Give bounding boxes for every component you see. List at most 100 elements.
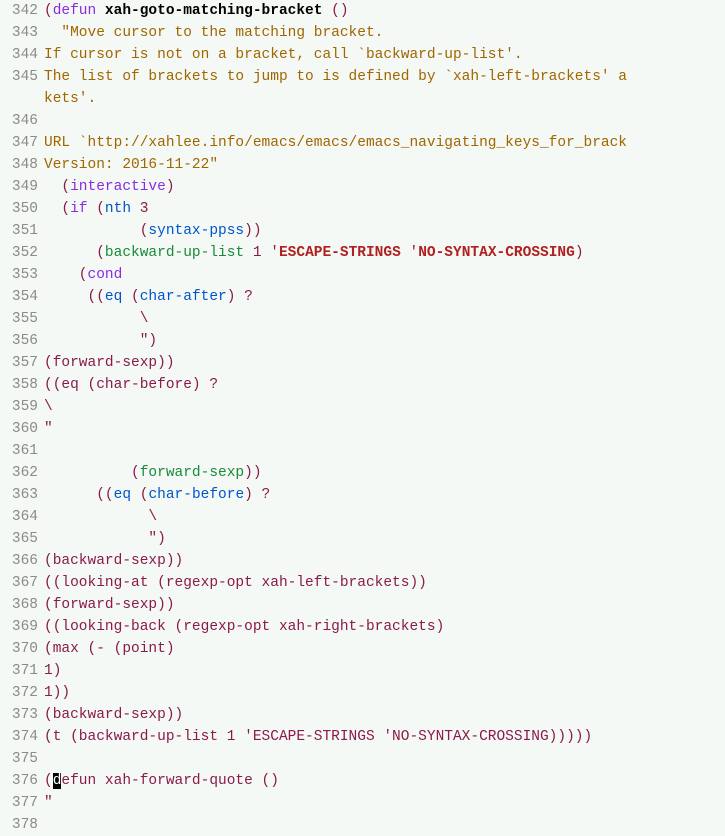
code-line[interactable]: 1) xyxy=(44,660,725,682)
code-token: If cursor is not on a bracket, call `bac… xyxy=(44,47,523,63)
code-token: ) xyxy=(166,179,175,195)
code-line[interactable]: \ xyxy=(44,396,725,418)
code-token: ( xyxy=(44,179,70,195)
code-token: ( xyxy=(44,773,53,789)
code-token: char-before xyxy=(148,487,244,503)
code-token: ") xyxy=(44,531,166,547)
code-token: 1) xyxy=(44,663,61,679)
code-token: forward-sexp xyxy=(140,465,244,481)
code-token: kets'. xyxy=(44,91,96,107)
code-line[interactable]: ((eq (char-before) ? xyxy=(44,484,725,506)
code-token: ( xyxy=(44,245,105,261)
code-line[interactable]: " xyxy=(44,792,725,814)
code-token: eq xyxy=(114,487,131,503)
code-token xyxy=(96,3,105,19)
code-line[interactable]: (cond xyxy=(44,264,725,286)
line-number: 347 xyxy=(4,132,38,154)
code-line[interactable]: (backward-sexp)) xyxy=(44,704,725,726)
code-token: ((looking-back (regexp-opt xah-right-bra… xyxy=(44,619,444,635)
line-number: 375 xyxy=(4,748,38,770)
line-number-gutter: 3423433443453463473483493503513523533543… xyxy=(0,0,44,836)
code-line[interactable]: ") xyxy=(44,330,725,352)
code-line[interactable]: (backward-up-list 1 'ESCAPE-STRINGS 'NO-… xyxy=(44,242,725,264)
code-token: 3 xyxy=(131,201,148,217)
line-number: 374 xyxy=(4,726,38,748)
code-line[interactable]: The list of brackets to jump to is defin… xyxy=(44,66,725,88)
code-line[interactable]: (syntax-ppss)) xyxy=(44,220,725,242)
code-token: " xyxy=(44,795,53,811)
code-line[interactable] xyxy=(44,814,725,836)
code-line[interactable]: ((looking-back (regexp-opt xah-right-bra… xyxy=(44,616,725,638)
line-number: 354 xyxy=(4,286,38,308)
line-number: 358 xyxy=(4,374,38,396)
code-line[interactable]: If cursor is not on a bracket, call `bac… xyxy=(44,44,725,66)
code-token: () xyxy=(322,3,348,19)
code-line[interactable]: (interactive) xyxy=(44,176,725,198)
code-token: cond xyxy=(88,267,123,283)
code-token: syntax-ppss xyxy=(148,223,244,239)
code-line[interactable] xyxy=(44,748,725,770)
code-token: \ xyxy=(44,399,53,415)
line-number: 348 xyxy=(4,154,38,176)
code-token: (backward-sexp)) xyxy=(44,553,183,569)
line-number: 371 xyxy=(4,660,38,682)
line-number: 373 xyxy=(4,704,38,726)
line-number: 357 xyxy=(4,352,38,374)
code-line[interactable]: (forward-sexp)) xyxy=(44,352,725,374)
code-line[interactable] xyxy=(44,440,725,462)
line-number: 378 xyxy=(4,814,38,836)
line-number: 362 xyxy=(4,462,38,484)
line-number: 353 xyxy=(4,264,38,286)
code-line[interactable]: (if (nth 3 xyxy=(44,198,725,220)
code-line[interactable]: (forward-sexp)) xyxy=(44,594,725,616)
line-number: 350 xyxy=(4,198,38,220)
line-number: 363 xyxy=(4,484,38,506)
code-token: char-after xyxy=(140,289,227,305)
line-number: 343 xyxy=(4,22,38,44)
code-line[interactable]: ((eq (char-after) ? xyxy=(44,286,725,308)
code-area[interactable]: (defun xah-goto-matching-bracket () "Mov… xyxy=(44,0,725,836)
code-line[interactable]: (max (- (point) xyxy=(44,638,725,660)
code-token: )) xyxy=(244,223,261,239)
code-editor[interactable]: 3423433443453463473483493503513523533543… xyxy=(0,0,725,836)
line-number: 367 xyxy=(4,572,38,594)
code-token: xah-goto-matching-bracket xyxy=(105,3,323,19)
code-token: ) ? xyxy=(244,487,270,503)
code-line[interactable]: ((eq (char-before) ? xyxy=(44,374,725,396)
code-token: (( xyxy=(44,289,105,305)
code-line[interactable]: Version: 2016-11-22" xyxy=(44,154,725,176)
code-token: ( xyxy=(44,223,148,239)
code-token: ( xyxy=(131,487,148,503)
code-token: ( xyxy=(44,465,140,481)
code-line[interactable] xyxy=(44,110,725,132)
code-line[interactable]: "Move cursor to the matching bracket. xyxy=(44,22,725,44)
code-token: defun xyxy=(53,3,97,19)
code-line[interactable]: 1)) xyxy=(44,682,725,704)
code-token: backward-up-list xyxy=(105,245,244,261)
code-token: ((looking-at (regexp-opt xah-left-bracke… xyxy=(44,575,427,591)
code-line[interactable]: URL `http://xahlee.info/emacs/emacs/emac… xyxy=(44,132,725,154)
code-token: ) ? xyxy=(227,289,253,305)
code-token: " xyxy=(44,421,53,437)
code-line[interactable]: (defun xah-goto-matching-bracket () xyxy=(44,0,725,22)
code-line[interactable]: " xyxy=(44,418,725,440)
line-number: 377 xyxy=(4,792,38,814)
code-line[interactable]: kets'. xyxy=(44,88,725,110)
code-token: eq xyxy=(105,289,122,305)
line-number: 352 xyxy=(4,242,38,264)
code-line[interactable]: ") xyxy=(44,528,725,550)
code-token: ( xyxy=(44,267,88,283)
code-line[interactable]: (defun xah-forward-quote () xyxy=(44,770,725,792)
code-token: 1 ' xyxy=(244,245,279,261)
code-token: The list of brackets to jump to is defin… xyxy=(44,69,627,85)
code-line[interactable]: \ xyxy=(44,308,725,330)
code-token: ") xyxy=(44,333,157,349)
code-line[interactable]: ((looking-at (regexp-opt xah-left-bracke… xyxy=(44,572,725,594)
code-token: (backward-sexp)) xyxy=(44,707,183,723)
code-line[interactable]: (backward-sexp)) xyxy=(44,550,725,572)
code-token: ( xyxy=(44,3,53,19)
line-number: 370 xyxy=(4,638,38,660)
code-line[interactable]: \ xyxy=(44,506,725,528)
code-line[interactable]: (t (backward-up-list 1 'ESCAPE-STRINGS '… xyxy=(44,726,725,748)
code-line[interactable]: (forward-sexp)) xyxy=(44,462,725,484)
